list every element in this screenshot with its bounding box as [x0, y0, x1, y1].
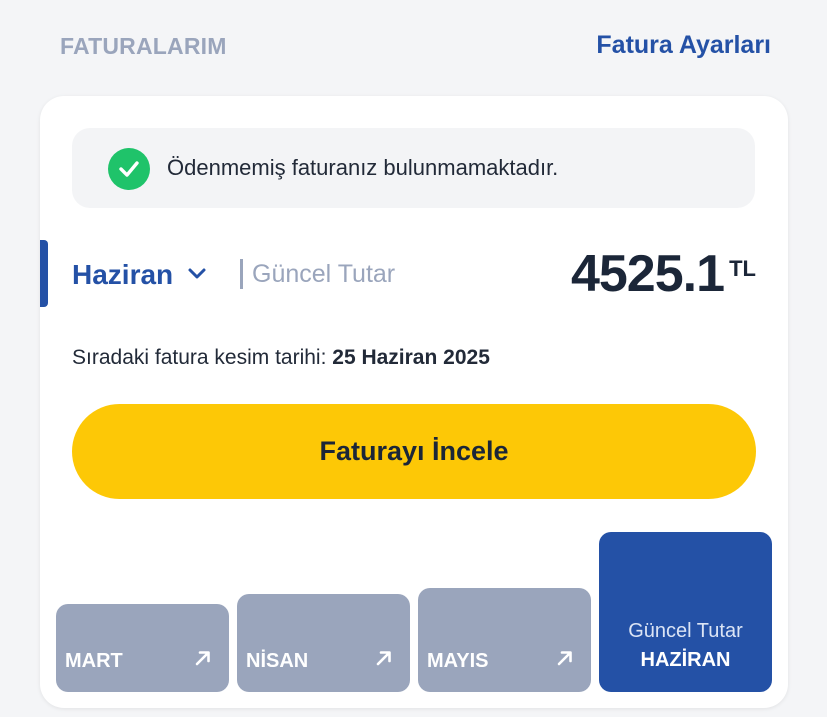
bill-amount: 4525.1: [570, 245, 725, 303]
arrow-up-right-icon: [556, 649, 574, 672]
status-notice-text: Ödenmemiş faturanız bulunmamaktadır.: [167, 155, 559, 180]
label-divider: [240, 259, 243, 289]
month-tile-haziran[interactable]: Güncel Tutar HAZİRAN: [599, 532, 772, 692]
chevron-down-icon: [187, 267, 207, 285]
month-tile-nisan[interactable]: NİSAN: [237, 594, 410, 692]
current-month-name: HAZİRAN: [640, 649, 731, 671]
status-notice: Ödenmemiş faturanız bulunmamaktadır.: [72, 128, 755, 208]
current-amount-label: Güncel Tutar: [252, 260, 396, 288]
month-tile-mart[interactable]: MART: [56, 604, 229, 692]
arrow-up-right-icon: [194, 649, 212, 672]
month-tile-name: MAYIS: [427, 650, 489, 672]
month-selector[interactable]: Haziran: [72, 259, 207, 291]
check-circle-icon: [108, 148, 150, 190]
review-bill-button[interactable]: Faturayı İncele: [72, 404, 756, 499]
bill-settings-link[interactable]: Fatura Ayarları: [596, 31, 771, 60]
month-tile-name: NİSAN: [246, 650, 309, 672]
month-tile-name: MART: [65, 650, 123, 672]
next-bill-date: Sıradaki fatura kesim tarihi: 25 Haziran…: [72, 346, 490, 370]
current-month-sub-label: Güncel Tutar: [628, 620, 743, 642]
selected-indicator: [40, 240, 48, 307]
page-title: FATURALARIM: [60, 33, 227, 59]
bill-card: Ödenmemiş faturanız bulunmamaktadır. Haz…: [40, 96, 788, 708]
next-bill-date-value: 25 Haziran 2025: [332, 346, 490, 369]
selected-month-label: Haziran: [72, 259, 174, 290]
month-tile-mayis[interactable]: MAYIS: [418, 588, 591, 692]
currency-label: TL: [729, 256, 756, 281]
next-bill-date-label: Sıradaki fatura kesim tarihi:: [72, 346, 333, 369]
arrow-up-right-icon: [375, 649, 393, 672]
